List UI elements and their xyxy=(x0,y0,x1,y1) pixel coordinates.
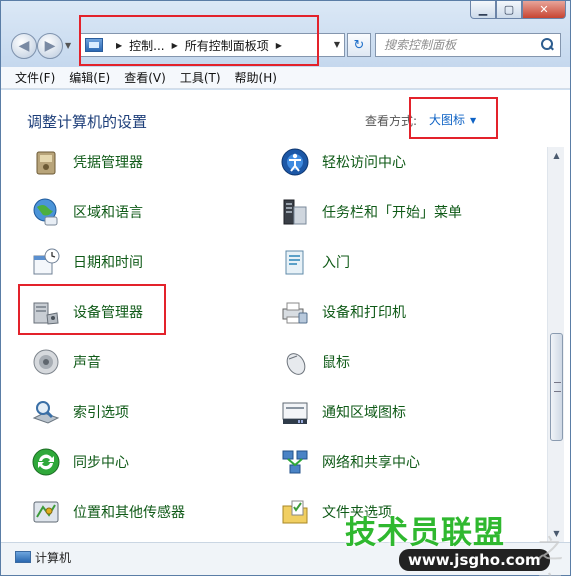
printer-icon xyxy=(282,302,308,324)
highlight-device-manager xyxy=(18,284,166,335)
menu-help[interactable]: 帮助(H) xyxy=(235,69,277,86)
item-indexing-options[interactable]: 索引选项 xyxy=(31,396,129,428)
minimize-button[interactable]: ▁ xyxy=(470,1,496,19)
item-sound[interactable]: 声音 xyxy=(31,346,101,378)
search-icon[interactable] xyxy=(538,36,556,54)
menu-tools[interactable]: 工具(T) xyxy=(180,69,221,86)
taskbar-icon xyxy=(283,199,307,225)
scroll-up-button[interactable]: ▲ xyxy=(548,147,565,164)
accessibility-icon xyxy=(281,148,309,176)
watermark-ghost: 之家 xyxy=(537,535,564,576)
watermark-url: www.jsgho.com xyxy=(399,549,550,571)
item-date-time[interactable]: 日期和时间 xyxy=(31,246,143,278)
vault-icon xyxy=(36,151,56,175)
page-title: 调整计算机的设置 xyxy=(27,113,148,131)
notification-area-icon xyxy=(282,402,308,424)
globe-clock-icon xyxy=(33,198,58,226)
caption-buttons: ▁ ▢ ✕ xyxy=(470,1,566,19)
item-region-language[interactable]: 区域和语言 xyxy=(31,196,143,228)
refresh-button[interactable]: ↻ xyxy=(347,33,371,57)
item-taskbar-start[interactable]: 任务栏和「开始」菜单 xyxy=(280,196,462,228)
getting-started-icon xyxy=(285,250,304,275)
address-dropdown-icon[interactable]: ▼ xyxy=(334,40,340,49)
item-sync-center[interactable]: 同步中心 xyxy=(31,446,129,478)
recent-pages-dropdown[interactable]: ▼ xyxy=(65,41,71,50)
scrollbar-grip xyxy=(554,382,561,392)
control-panel-window: ▁ ▢ ✕ ◀ ▶ ▼ ▶ 控制... ▶ 所有控制面板项 ▶ ▼ ↻ 搜索控制… xyxy=(0,0,571,576)
highlight-address-bar xyxy=(79,15,319,66)
item-credential-manager[interactable]: 凭据管理器 xyxy=(31,146,143,178)
status-text: 计算机 xyxy=(35,551,72,565)
menu-file[interactable]: 文件(F) xyxy=(15,69,55,86)
location-sensor-icon xyxy=(33,501,59,523)
calendar-clock-icon xyxy=(33,248,60,275)
vertical-scrollbar[interactable]: ▲ ▼ xyxy=(547,147,564,542)
menu-bar: 文件(F) 编辑(E) 查看(V) 工具(T) 帮助(H) xyxy=(1,67,570,89)
speaker-icon xyxy=(33,349,59,375)
item-mouse[interactable]: 鼠标 xyxy=(280,346,350,378)
search-input[interactable] xyxy=(376,38,538,52)
item-location-sensors[interactable]: 位置和其他传感器 xyxy=(31,496,185,528)
search-box[interactable] xyxy=(375,33,561,57)
item-network-sharing[interactable]: 网络和共享中心 xyxy=(280,446,420,478)
maximize-button[interactable]: ▢ xyxy=(496,1,522,19)
watermark: 技术员联盟 www.jsgho.com 之家 xyxy=(341,507,571,576)
watermark-title: 技术员联盟 xyxy=(345,515,505,551)
item-notification-icons[interactable]: 通知区域图标 xyxy=(280,396,406,428)
network-icon xyxy=(282,450,308,474)
scrollbar-thumb[interactable] xyxy=(550,333,563,441)
back-button[interactable]: ◀ xyxy=(11,33,37,59)
indexing-icon xyxy=(32,401,60,424)
menu-view[interactable]: 查看(V) xyxy=(124,69,166,86)
mouse-icon xyxy=(286,353,306,375)
forward-button[interactable]: ▶ xyxy=(37,33,63,59)
close-button[interactable]: ✕ xyxy=(522,1,566,19)
menu-edit[interactable]: 编辑(E) xyxy=(69,69,110,86)
item-devices-printers[interactable]: 设备和打印机 xyxy=(280,296,406,328)
sync-icon xyxy=(32,448,60,476)
highlight-view-by xyxy=(409,97,498,139)
item-ease-of-access[interactable]: 轻松访问中心 xyxy=(280,146,406,178)
item-getting-started[interactable]: 入门 xyxy=(280,246,350,278)
folder-options-icon xyxy=(282,500,308,524)
computer-icon xyxy=(15,551,31,563)
